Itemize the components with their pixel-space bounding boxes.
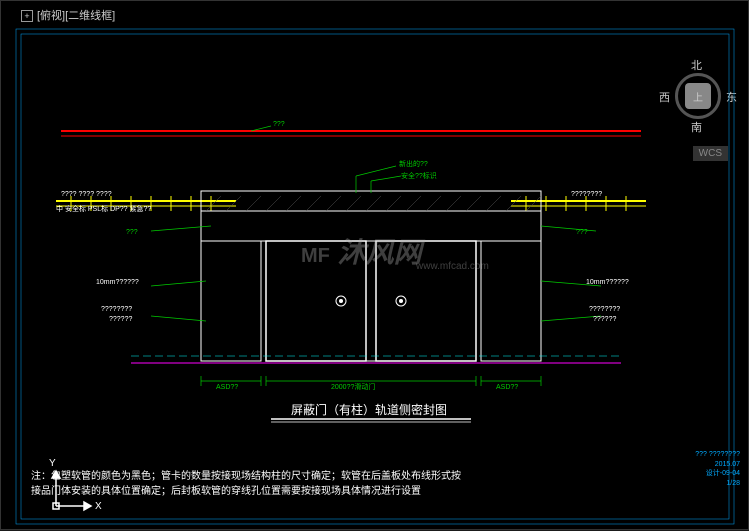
label-left-10mm: 10mm?????? xyxy=(96,279,139,287)
label-left-mid: ??? xyxy=(126,229,138,237)
title-block: ??? ???????? 2015.07 设计-09-04 1/28 xyxy=(695,450,740,489)
note-line2: 接品门体安装的具体位置确定；后封板软管的穿线孔位置需要按接现场具体情况进行设置 xyxy=(31,486,421,497)
label-right-bot: ???????? xyxy=(589,306,620,314)
label-right-mid: ??? xyxy=(576,229,588,237)
cad-drawing: X Y xyxy=(1,1,749,531)
tb-l4: 1/28 xyxy=(695,479,740,489)
note-line1: 包塑软管的颜色为黑色；管卡的数量按接现场结构柱的尺寸确定；软管在后盖板处布线形式… xyxy=(51,471,461,482)
tb-l1: ??? ???????? xyxy=(695,450,740,460)
tb-l2: 2015.07 xyxy=(695,460,740,470)
dim-center: 2000??滑动门 xyxy=(331,384,375,392)
tb-l3: 设计-09-04 xyxy=(695,469,740,479)
drawing-note: 注：包塑软管的颜色为黑色；管卡的数量按接现场结构柱的尺寸确定；软管在后盖板处布线… xyxy=(31,469,531,499)
label-right-top: ???????? xyxy=(571,191,602,199)
label-left-bot2: ?????? xyxy=(109,316,132,324)
svg-text:Y: Y xyxy=(49,458,56,469)
drawing-title: 屏蔽门（有柱）轨道侧密封图 xyxy=(291,401,447,418)
label-left-top1: ???? ???? ???? xyxy=(61,191,112,199)
label-right-bot2: ?????? xyxy=(593,316,616,324)
label-center-top1: 新出的?? xyxy=(399,161,428,169)
label-left-top2: 中 安全标 PSL标 DP?? 紧急?? xyxy=(56,206,151,214)
label-left-bot: ???????? xyxy=(101,306,132,314)
cad-viewport[interactable]: +[俯视][二维线框] 上 北 南 东 西 WCS xyxy=(0,0,749,530)
label-center-top2: 安全??标识 xyxy=(401,173,437,181)
dim-right: ASD?? xyxy=(496,384,518,392)
svg-text:X: X xyxy=(95,501,102,512)
label-right-10mm: 10mm?????? xyxy=(586,279,629,287)
label-red: ??? xyxy=(273,121,285,129)
note-prefix: 注： xyxy=(31,471,51,482)
dim-left: ASD?? xyxy=(216,384,238,392)
